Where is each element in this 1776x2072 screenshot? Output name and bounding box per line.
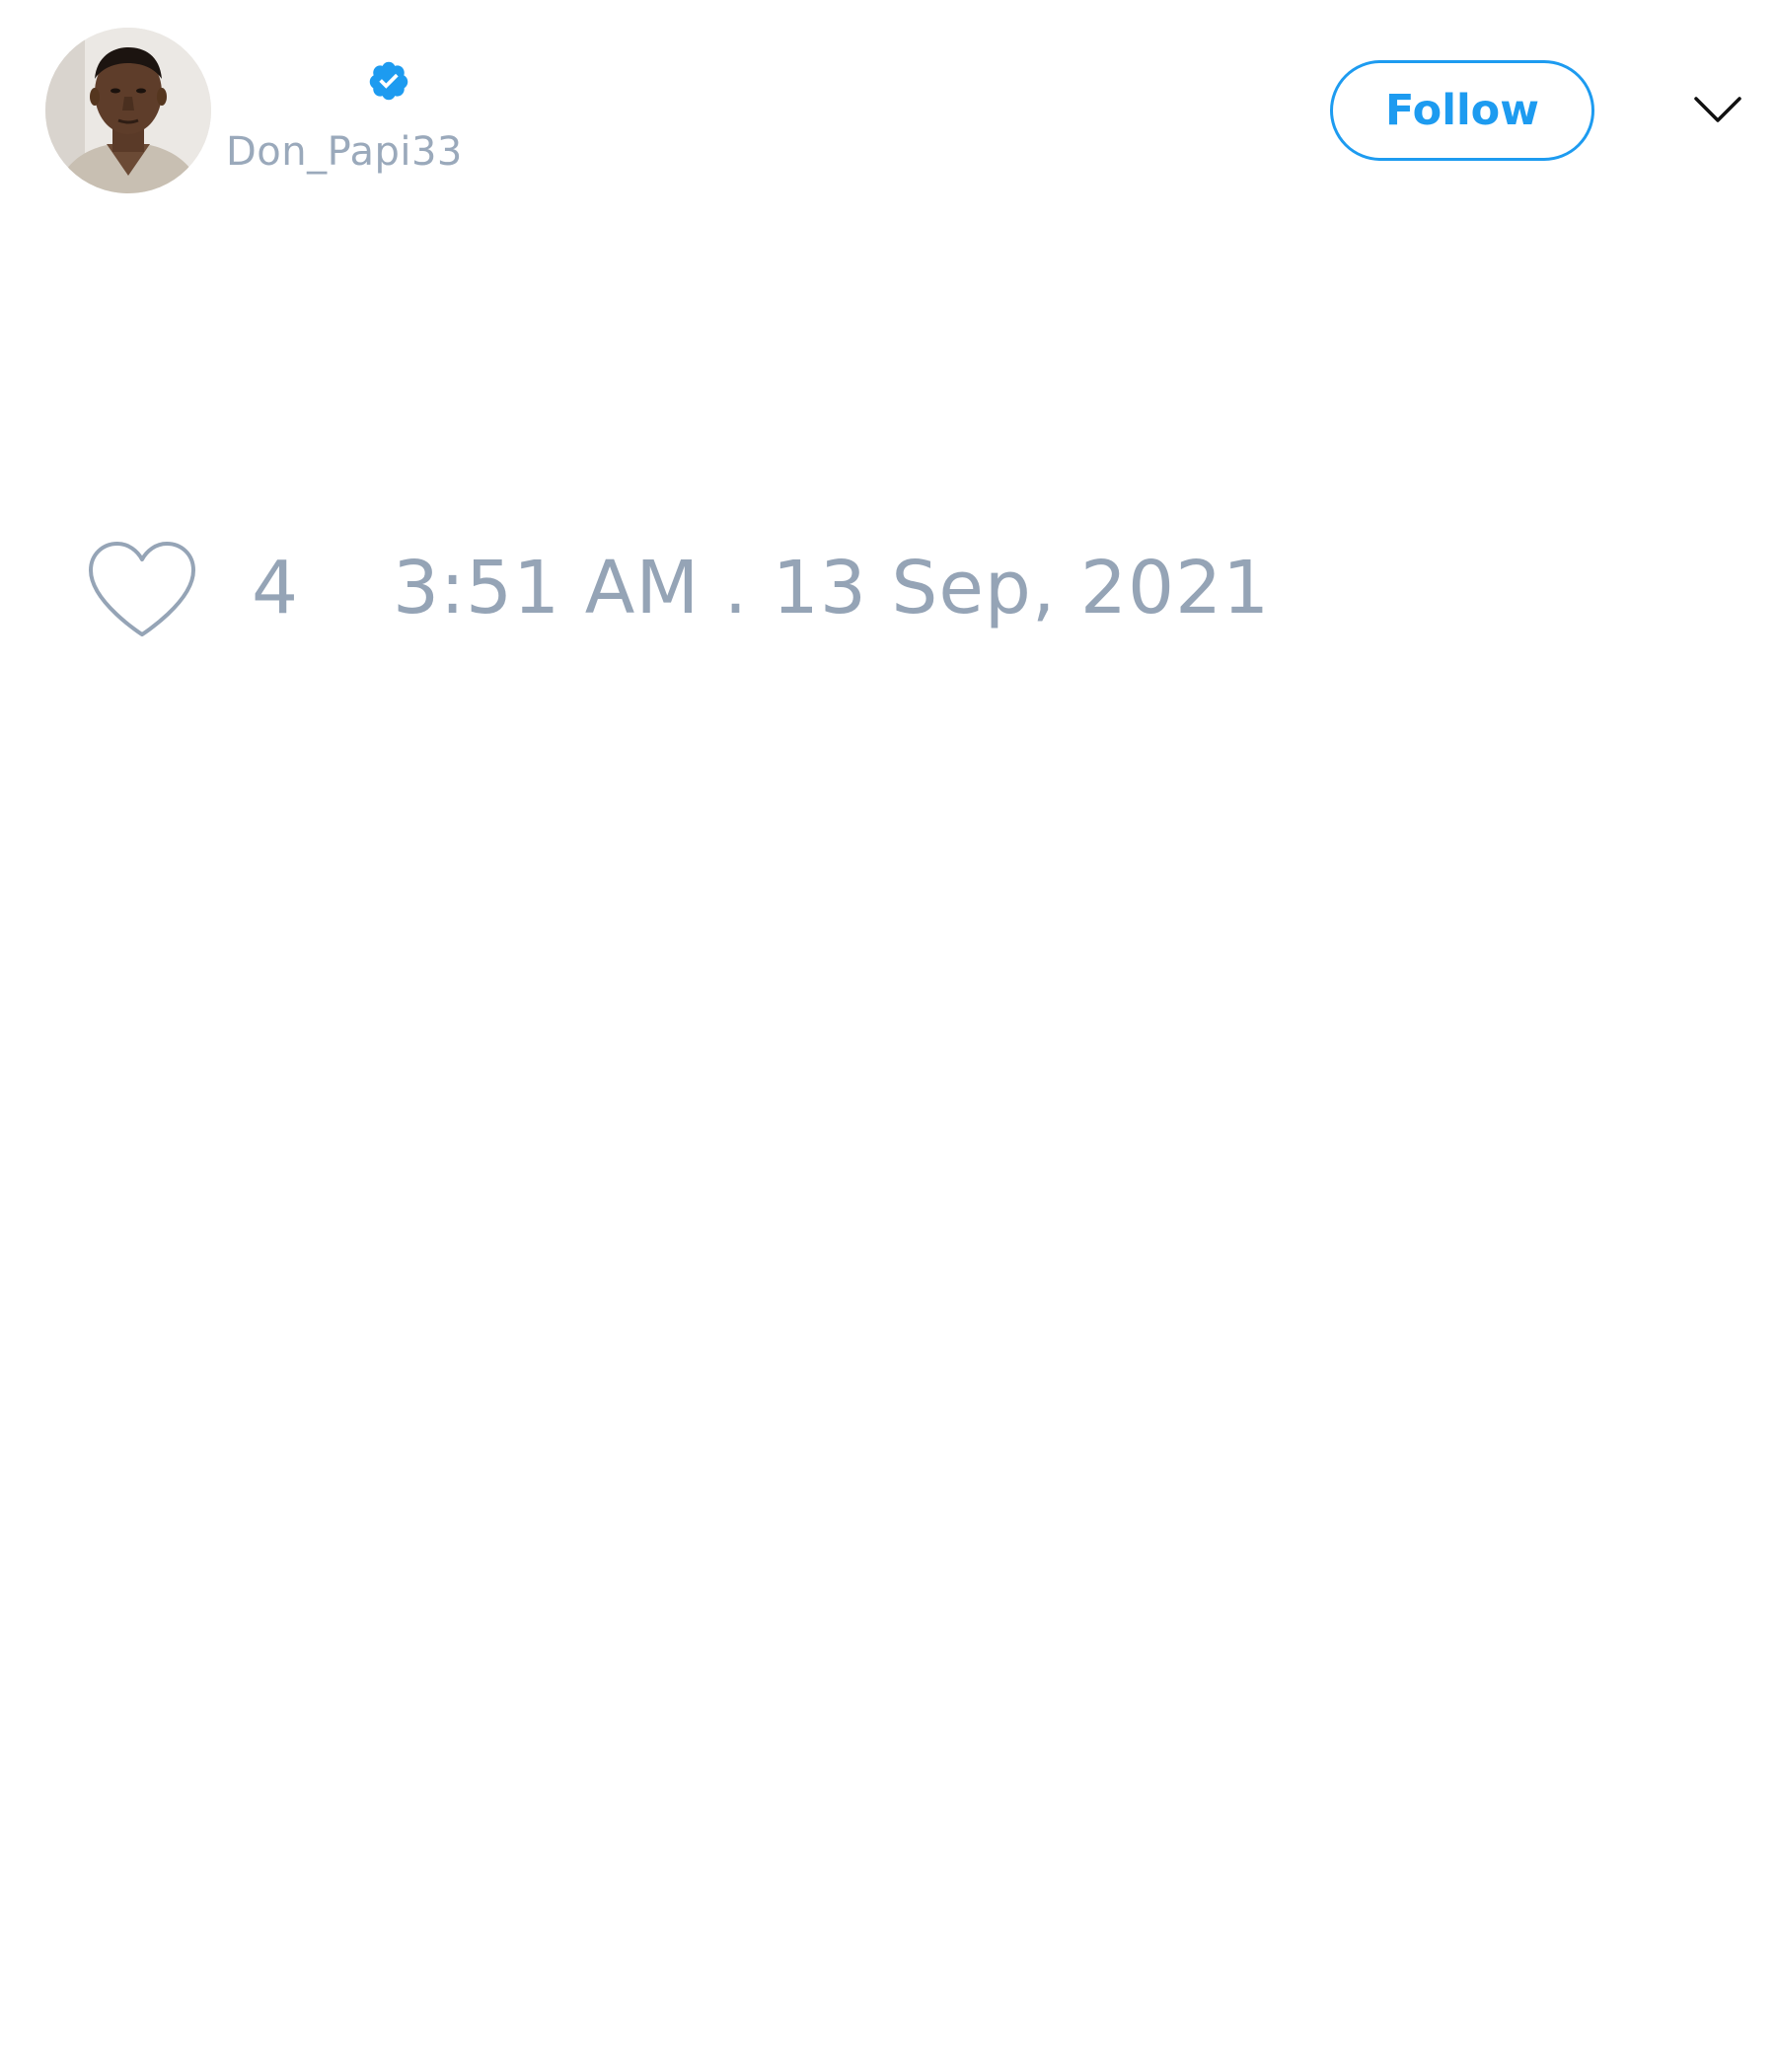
follow-button[interactable]: Follow [1330, 60, 1594, 161]
author-username[interactable]: Don_Papi33 [226, 126, 463, 178]
tweet-card: Don_Papi33 Follow 4 3:51 AM . 13 Sep, 20… [0, 0, 1776, 2072]
avatar-photo [45, 28, 211, 193]
tweet-timestamp[interactable]: 3:51 AM . 13 Sep, 2021 [393, 545, 1270, 631]
heart-outline-icon[interactable] [87, 541, 197, 639]
like-count: 4 [252, 546, 299, 630]
avatar[interactable] [45, 28, 211, 193]
verified-badge-icon [369, 61, 408, 101]
chevron-down-icon[interactable] [1693, 93, 1742, 126]
